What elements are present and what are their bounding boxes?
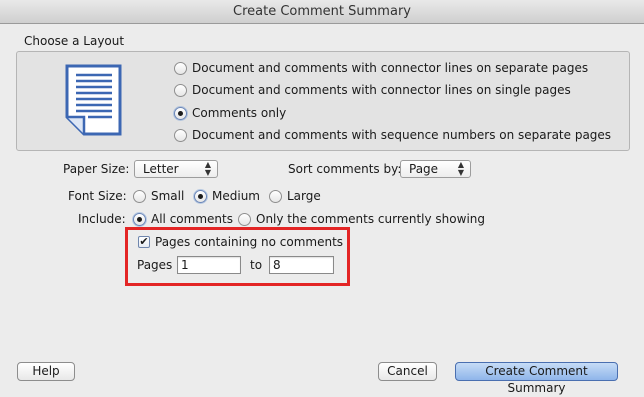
sort-comments-label: Sort comments by:	[288, 162, 402, 176]
radio-button[interactable]	[174, 61, 187, 75]
help-button[interactable]: Help	[17, 362, 75, 381]
include-label: Include:	[78, 212, 126, 226]
font-size-medium[interactable]: Medium	[194, 189, 260, 203]
layout-option-label: Comments only	[192, 106, 287, 120]
radio-button-selected[interactable]	[133, 212, 146, 226]
layout-option-label: Document and comments with connector lin…	[192, 83, 571, 97]
layout-option-single-pages[interactable]: Document and comments with connector lin…	[174, 83, 571, 97]
radio-button[interactable]	[174, 83, 187, 97]
include-all-comments[interactable]: All comments	[133, 212, 233, 226]
chevron-updown-icon: ▲ ▼	[457, 160, 464, 177]
pages-label: Pages	[137, 258, 173, 272]
pages-from-field[interactable]: 1	[177, 256, 241, 274]
radio-button[interactable]	[269, 189, 282, 203]
layout-option-separate-pages[interactable]: Document and comments with connector lin…	[174, 61, 588, 75]
choose-layout-label: Choose a Layout	[24, 34, 125, 48]
document-icon	[65, 64, 122, 136]
font-size-option-label: Small	[151, 189, 185, 203]
radio-button[interactable]	[238, 212, 251, 226]
window-title: Create Comment Summary	[0, 0, 644, 24]
chevron-updown-icon: ▲ ▼	[204, 160, 211, 177]
include-option-label: All comments	[151, 212, 233, 226]
radio-button[interactable]	[174, 128, 187, 142]
layout-option-sequence-numbers[interactable]: Document and comments with sequence numb…	[174, 128, 611, 142]
layout-options-panel: Document and comments with connector lin…	[16, 51, 630, 151]
pages-no-comments-checkbox[interactable]: ✔	[138, 236, 150, 248]
sort-comments-value: Page	[409, 162, 439, 176]
pages-no-comments-option[interactable]: ✔ Pages containing no comments	[138, 235, 343, 249]
font-size-label: Font Size:	[68, 189, 127, 203]
layout-option-label: Document and comments with sequence numb…	[192, 128, 612, 142]
paper-size-select[interactable]: Letter ▲ ▼	[134, 160, 218, 178]
paper-size-value: Letter	[143, 162, 179, 176]
font-size-option-label: Medium	[212, 189, 260, 203]
pages-to-field[interactable]: 8	[269, 256, 334, 274]
paper-size-label: Paper Size:	[63, 162, 130, 176]
layout-option-comments-only[interactable]: Comments only	[174, 106, 286, 120]
radio-button[interactable]	[133, 189, 146, 203]
create-comment-summary-button[interactable]: Create Comment Summary	[455, 362, 618, 395]
create-comment-summary-dialog: Create Comment Summary Choose a Layout D…	[0, 0, 644, 395]
pages-to-label: to	[250, 258, 263, 272]
pages-no-comments-label: Pages containing no comments	[155, 235, 344, 249]
include-option-label: Only the comments currently showing	[256, 212, 485, 226]
sort-comments-select[interactable]: Page ▲ ▼	[400, 160, 471, 178]
cancel-button[interactable]: Cancel	[378, 362, 437, 381]
font-size-small[interactable]: Small	[133, 189, 184, 203]
font-size-option-label: Large	[287, 189, 321, 203]
radio-button-selected[interactable]	[174, 106, 187, 120]
font-size-large[interactable]: Large	[269, 189, 321, 203]
layout-option-label: Document and comments with connector lin…	[192, 61, 589, 75]
include-showing-comments[interactable]: Only the comments currently showing	[238, 212, 485, 226]
radio-button-selected[interactable]	[194, 189, 207, 203]
